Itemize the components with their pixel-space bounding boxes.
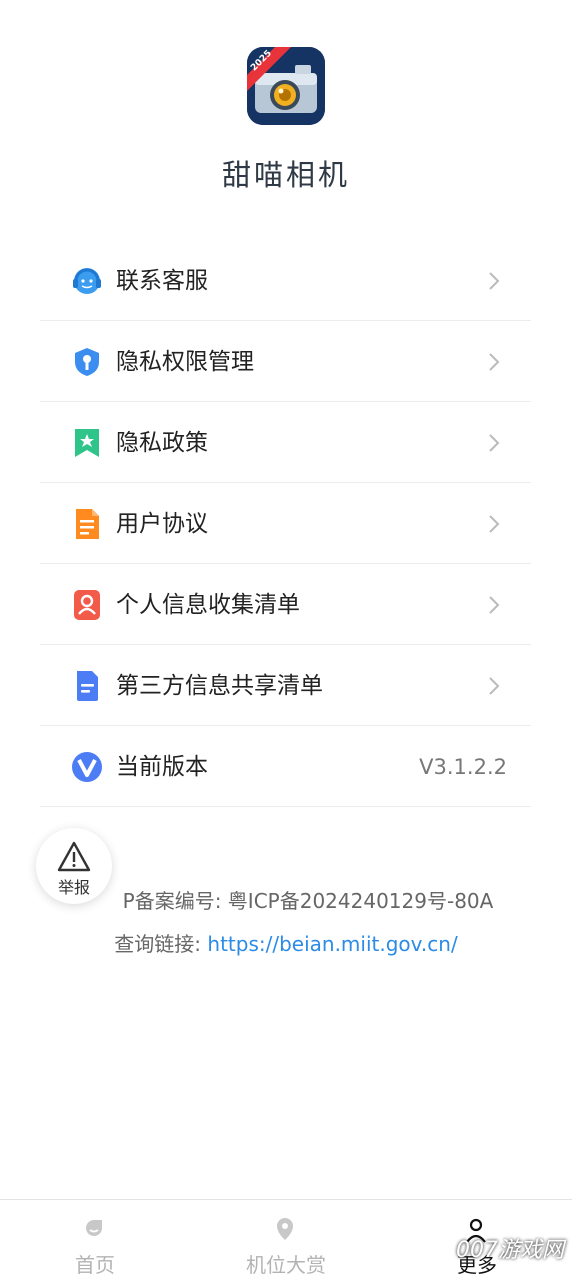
chevron-right-icon [489,434,500,452]
tab-label: 首页 [75,1253,115,1277]
warning-icon [57,841,91,872]
menu-item-current-version[interactable]: 当前版本 V3.1.2.2 [40,726,531,807]
bookmark-star-icon [75,429,99,457]
home-icon [86,1220,102,1236]
app-name: 甜喵相机 [221,158,350,192]
app-logo: 2025 [247,47,325,125]
menu-item-privacy-permissions[interactable]: 隐私权限管理 [40,321,531,402]
site-watermark: 007游戏网 [456,1238,564,1263]
version-v-icon [72,752,102,782]
query-prefix: 查询链接: [114,932,208,956]
tab-photo-spots[interactable]: 机位大赏 [191,1200,381,1279]
menu-label: 联系客服 [116,268,208,294]
document-icon [76,509,99,539]
chevron-right-icon [489,677,500,695]
menu-item-user-agreement[interactable]: 用户协议 [40,483,531,564]
query-link[interactable]: https://beian.miit.gov.cn/ [207,932,457,956]
tab-label: 机位大赏 [246,1253,326,1277]
menu-item-privacy-policy[interactable]: 隐私政策 [40,402,531,483]
menu-label: 隐私权限管理 [116,349,254,375]
chevron-right-icon [489,515,500,533]
menu-item-personal-info-list[interactable]: 个人信息收集清单 [40,564,531,645]
chevron-right-icon [489,272,500,290]
chevron-right-icon [489,353,500,371]
menu-label: 当前版本 [116,754,208,780]
user-card-icon [74,590,100,620]
menu-label: 用户协议 [116,511,208,537]
version-value: V3.1.2.2 [419,755,507,779]
menu-item-third-party-sharing-list[interactable]: 第三方信息共享清单 [40,645,531,726]
settings-menu: 联系客服 隐私权限管理 隐私政策 用户协议 个人信息收集清单 第三方信息共享清单… [40,240,531,807]
chevron-right-icon [489,596,500,614]
menu-label: 第三方信息共享清单 [116,673,323,699]
headset-icon [73,268,101,294]
menu-label: 个人信息收集清单 [116,592,300,618]
file-list-icon [77,671,98,701]
icp-record-text: P备案编号: 粤ICP备2024240129号-80A [122,889,494,913]
menu-item-contact-service[interactable]: 联系客服 [40,240,531,321]
tab-home[interactable]: 首页 [0,1200,190,1279]
query-link-row: 查询链接: https://beian.miit.gov.cn/ [0,928,572,957]
menu-label: 隐私政策 [116,430,208,456]
location-pin-icon [277,1218,293,1240]
shield-key-icon [75,348,99,376]
